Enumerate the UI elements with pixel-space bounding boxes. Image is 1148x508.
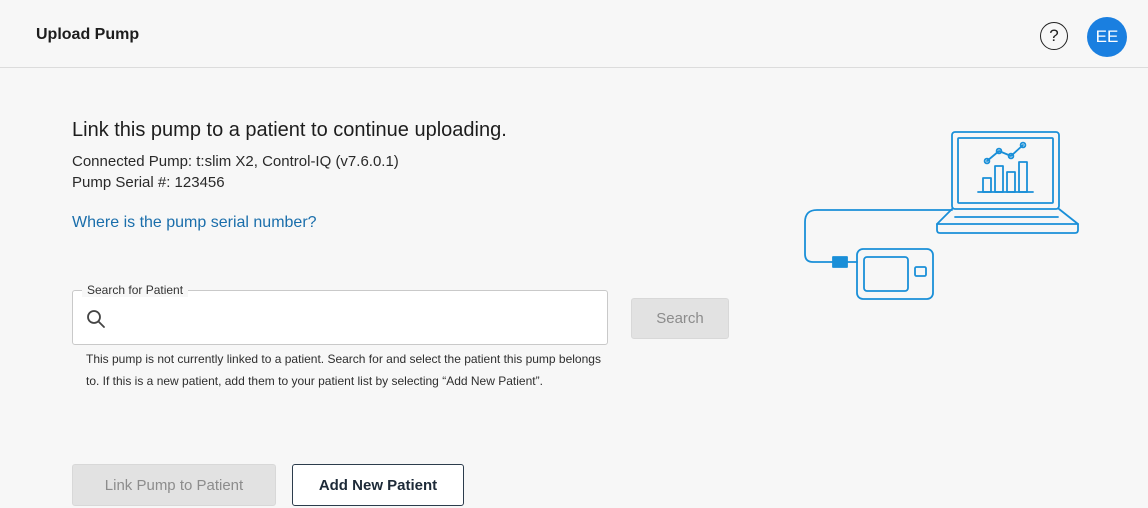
- user-avatar[interactable]: EE: [1087, 17, 1127, 57]
- search-button[interactable]: Search: [631, 298, 729, 339]
- page-header: Upload Pump ? EE: [0, 0, 1148, 68]
- search-icon: [87, 310, 105, 328]
- pump-serial-text: Pump Serial #: 123456: [72, 174, 225, 191]
- add-new-patient-button[interactable]: Add New Patient: [292, 464, 464, 506]
- laptop-pump-connection-illustration: [804, 131, 1079, 300]
- search-field-label: Search for Patient: [82, 283, 189, 297]
- link-pump-to-patient-button[interactable]: Link Pump to Patient: [72, 464, 276, 506]
- main-heading: Link this pump to a patient to continue …: [72, 119, 507, 141]
- question-circle-icon: ?: [1049, 26, 1059, 45]
- help-button[interactable]: ?: [1040, 22, 1068, 50]
- connected-pump-text: Connected Pump: t:slim X2, Control-IQ (v…: [72, 153, 399, 170]
- page-title: Upload Pump: [36, 26, 140, 43]
- serial-number-help-link[interactable]: Where is the pump serial number?: [72, 214, 317, 232]
- search-help-text: This pump is not currently linked to a p…: [86, 352, 601, 388]
- patient-search-input[interactable]: [116, 303, 596, 333]
